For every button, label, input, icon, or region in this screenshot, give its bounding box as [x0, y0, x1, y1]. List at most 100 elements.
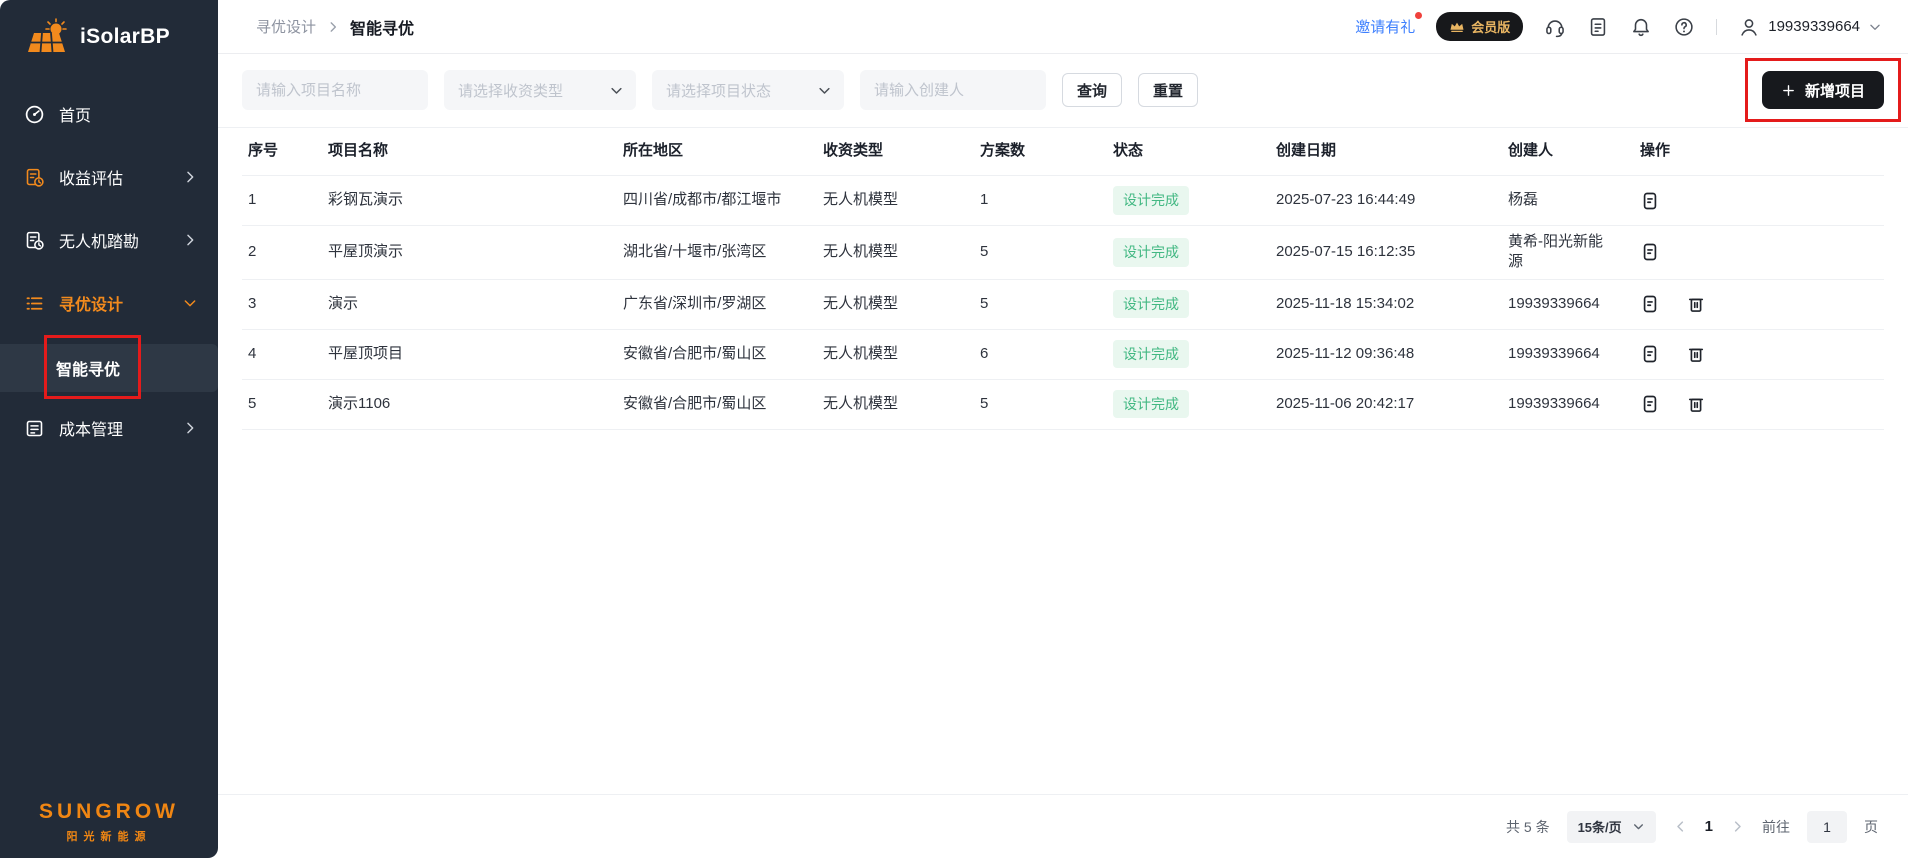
- user-menu[interactable]: 19939339664: [1738, 16, 1882, 38]
- investment-type: 无人机模型: [817, 388, 974, 420]
- table-row: 5演示1106安徽省/合肥市/蜀山区无人机模型5设计完成2025-11-06 2…: [242, 380, 1884, 430]
- sidebar-item-label: 无人机踏勘: [59, 228, 168, 252]
- project-name: 演示: [322, 288, 617, 320]
- prev-page-icon[interactable]: [1673, 819, 1688, 834]
- app-logo: iSolarBP: [0, 0, 218, 76]
- column-header: 方案数: [974, 135, 1107, 167]
- page-size-select[interactable]: 15条/页: [1567, 811, 1656, 843]
- project-status-select[interactable]: 请选择项目状态: [652, 70, 844, 110]
- bell-icon[interactable]: [1630, 16, 1652, 38]
- table-body: 1彩钢瓦演示四川省/成都市/都江堰市无人机模型1设计完成2025-07-23 1…: [242, 176, 1884, 430]
- project-region: 安徽省/合肥市/蜀山区: [617, 388, 817, 420]
- row-actions: [1634, 185, 1884, 217]
- column-header: 创建日期: [1270, 135, 1502, 167]
- project-name: 平屋顶项目: [322, 338, 617, 370]
- next-page-icon[interactable]: [1730, 819, 1745, 834]
- view-report-icon[interactable]: [1640, 344, 1660, 364]
- sidebar-item-optimization-design[interactable]: 寻优设计: [0, 281, 218, 325]
- user-icon: [1738, 16, 1760, 38]
- top-bar-right: 邀请有礼 会员版: [1355, 12, 1882, 41]
- table-row: 4平屋顶项目安徽省/合肥市/蜀山区无人机模型6设计完成2025-11-12 09…: [242, 330, 1884, 380]
- app-title: iSolarBP: [80, 25, 170, 49]
- creator-input[interactable]: [860, 70, 1046, 110]
- sidebar-item-home[interactable]: 首页: [0, 92, 218, 136]
- sidebar-item-cost-management[interactable]: 成本管理: [0, 406, 218, 450]
- column-header: 收资类型: [817, 135, 974, 167]
- delete-icon[interactable]: [1686, 344, 1706, 364]
- investment-type: 无人机模型: [817, 338, 974, 370]
- view-report-icon[interactable]: [1640, 394, 1660, 414]
- headset-icon[interactable]: [1544, 16, 1566, 38]
- table-row: 3演示广东省/深圳市/罗湖区无人机模型5设计完成2025-11-18 15:34…: [242, 280, 1884, 330]
- project-name-input[interactable]: [242, 70, 428, 110]
- page-title: 智能寻优: [350, 15, 414, 39]
- list-icon: [24, 293, 45, 314]
- breadcrumb: 寻优设计 智能寻优: [256, 15, 414, 39]
- solar-panel-sun-icon: [26, 18, 70, 56]
- member-badge[interactable]: 会员版: [1436, 12, 1523, 41]
- plan-count: 5: [974, 236, 1107, 268]
- creator: 19939339664: [1502, 288, 1634, 320]
- plan-count: 5: [974, 288, 1107, 320]
- top-bar: 寻优设计 智能寻优 邀请有礼 会员版: [218, 0, 1908, 54]
- plus-icon: [1781, 83, 1796, 98]
- row-index: 4: [242, 338, 322, 370]
- project-region: 广东省/深圳市/罗湖区: [617, 288, 817, 320]
- new-project-button[interactable]: 新增项目: [1762, 71, 1884, 109]
- investment-type: 无人机模型: [817, 184, 974, 216]
- reset-button[interactable]: 重置: [1138, 73, 1198, 107]
- sidebar-item-revenue-evaluation[interactable]: 收益评估: [0, 155, 218, 199]
- created-date: 2025-11-18 15:34:02: [1270, 288, 1502, 320]
- sidebar-footer: SUNGROW 阳光新能源: [0, 800, 218, 844]
- content-spacer: [218, 430, 1908, 795]
- sidebar: iSolarBP 首页 收益评估: [0, 0, 218, 858]
- sidebar-menu: 首页 收益评估 无人机踏勘: [0, 76, 218, 450]
- row-actions: [1634, 338, 1884, 370]
- new-project-wrapper: 新增项目: [1762, 71, 1884, 109]
- dashboard-icon: [24, 104, 45, 125]
- page-unit-label: 页: [1864, 817, 1878, 837]
- view-report-icon[interactable]: [1640, 294, 1660, 314]
- row-actions: [1634, 388, 1884, 420]
- column-header: 创建人: [1502, 135, 1634, 167]
- table-row: 1彩钢瓦演示四川省/成都市/都江堰市无人机模型1设计完成2025-07-23 1…: [242, 176, 1884, 226]
- project-name: 彩钢瓦演示: [322, 184, 617, 216]
- column-header: 操作: [1634, 135, 1884, 167]
- sidebar-item-drone-survey[interactable]: 无人机踏勘: [0, 218, 218, 262]
- row-index: 5: [242, 388, 322, 420]
- row-index: 1: [242, 184, 322, 216]
- status-badge: 设计完成: [1113, 238, 1189, 267]
- pagination-bar: 共 5 条 15条/页 1 前往 页: [218, 794, 1908, 858]
- created-date: 2025-11-06 20:42:17: [1270, 388, 1502, 420]
- help-icon[interactable]: [1673, 16, 1695, 38]
- invite-link[interactable]: 邀请有礼: [1355, 16, 1415, 37]
- investment-type: 无人机模型: [817, 288, 974, 320]
- row-index: 3: [242, 288, 322, 320]
- project-region: 安徽省/合肥市/蜀山区: [617, 338, 817, 370]
- created-date: 2025-07-15 16:12:35: [1270, 236, 1502, 268]
- view-report-icon[interactable]: [1640, 191, 1660, 211]
- view-report-icon[interactable]: [1640, 242, 1660, 262]
- query-button[interactable]: 查询: [1062, 73, 1122, 107]
- document-icon[interactable]: [1587, 16, 1609, 38]
- sidebar-item-label: 收益评估: [59, 165, 168, 189]
- goto-page-input[interactable]: [1807, 811, 1847, 843]
- delete-icon[interactable]: [1686, 294, 1706, 314]
- column-header: 状态: [1107, 135, 1270, 167]
- investment-type-select[interactable]: 请选择收资类型: [444, 70, 636, 110]
- notification-dot: [1415, 12, 1422, 19]
- sungrow-logo: SUNGROW: [0, 800, 218, 824]
- sidebar-item-label: 首页: [59, 102, 198, 126]
- investment-type: 无人机模型: [817, 236, 974, 268]
- sidebar-item-smart-optimization[interactable]: 智能寻优: [0, 344, 218, 392]
- plan-count: 6: [974, 338, 1107, 370]
- breadcrumb-parent[interactable]: 寻优设计: [256, 16, 316, 37]
- filter-bar: 请选择收资类型 请选择项目状态 查询 重置 新增项目: [218, 54, 1908, 128]
- project-name: 平屋顶演示: [322, 236, 617, 268]
- current-page[interactable]: 1: [1705, 818, 1713, 835]
- table-row: 2平屋顶演示湖北省/十堰市/张湾区无人机模型5设计完成2025-07-15 16…: [242, 226, 1884, 280]
- sidebar-item-label: 智能寻优: [56, 356, 120, 380]
- delete-icon[interactable]: [1686, 394, 1706, 414]
- chevron-down-icon: [1868, 20, 1882, 34]
- creator: 黄希-阳光新能源: [1502, 226, 1634, 279]
